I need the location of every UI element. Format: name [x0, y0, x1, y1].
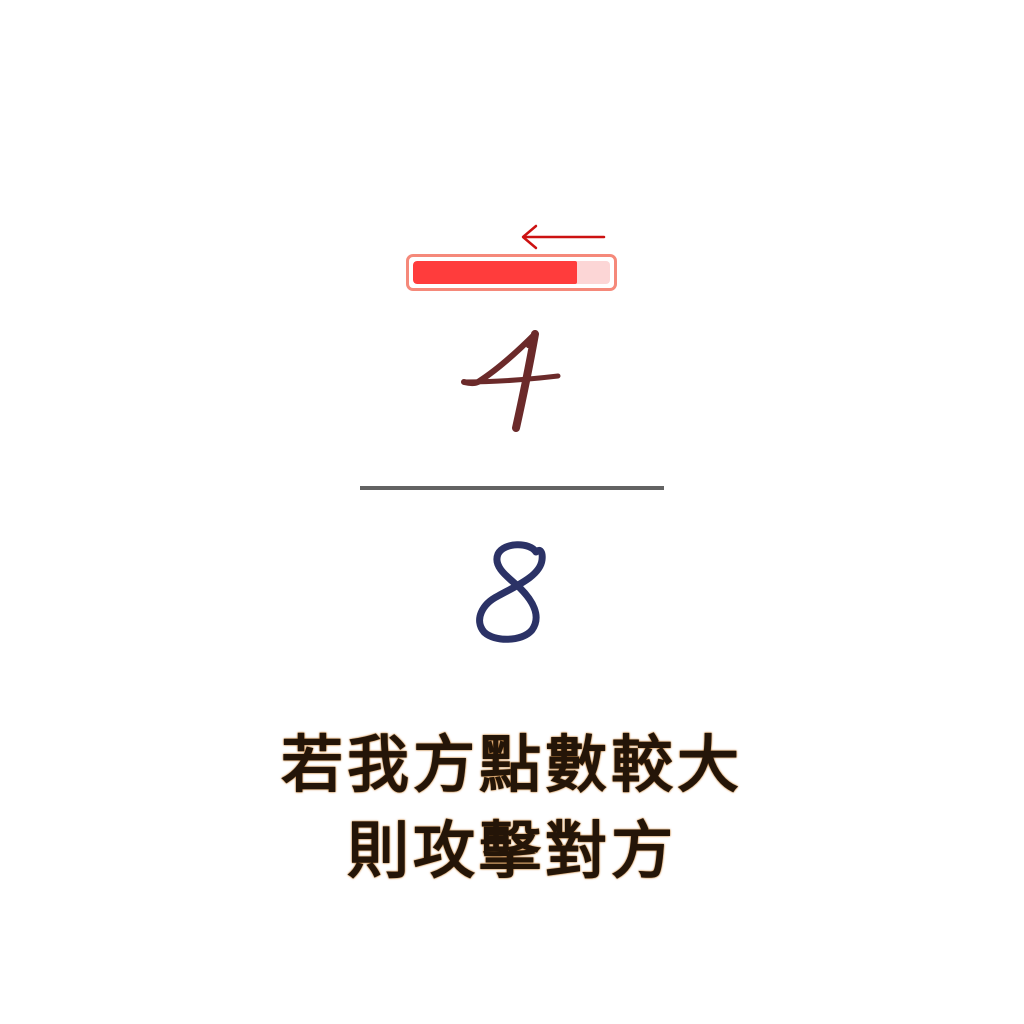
player-number — [476, 541, 546, 643]
enemy-number-card — [412, 322, 612, 452]
rule-line-2: 則攻擊對方 — [346, 814, 677, 887]
health-bar-fill — [413, 261, 577, 284]
rule-line-1: 若我方點數較大 — [280, 728, 743, 801]
health-bar-track — [413, 261, 610, 284]
health-bar — [406, 254, 617, 291]
left-arrow-icon — [521, 224, 606, 250]
player-number-card — [412, 536, 612, 666]
enemy-number — [461, 330, 561, 432]
rule-description: 若我方點數較大 則攻擊對方 — [112, 722, 912, 894]
fraction-divider — [360, 486, 664, 490]
